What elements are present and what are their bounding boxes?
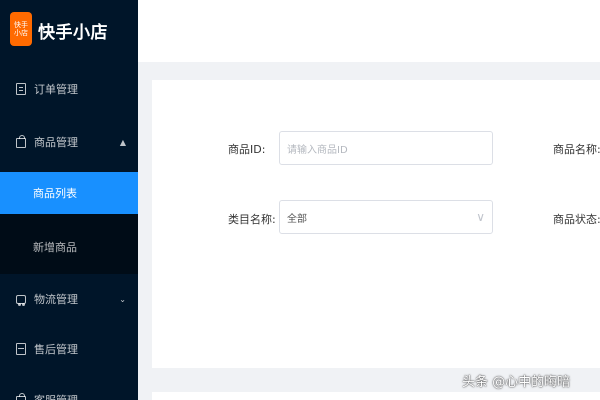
chevron-down-icon: ⌄ — [119, 395, 126, 400]
sidebar-item-after-sales[interactable]: 售后管理 — [0, 329, 138, 369]
chevron-down-icon: ⌄ — [119, 294, 126, 304]
sidebar-item-label: 客服管理 — [34, 392, 78, 400]
logo-text: 快手小店 — [38, 23, 108, 43]
sidebar: 快手 小店 快手小店 订单管理 商品管理 ▲ 商品列表 新增商品 物流管理 ⌄ 售… — [0, 0, 138, 400]
category-select-value: 全部 — [287, 213, 307, 225]
product-bag-icon — [16, 135, 26, 148]
kuaishou-logo-icon: 快手 小店 — [10, 12, 32, 46]
logo[interactable]: 快手 小店 快手小店 — [0, 0, 138, 62]
watermark: 头条 @心中的晦暗 — [462, 375, 571, 390]
logistics-truck-icon — [16, 294, 26, 306]
product-id-input[interactable]: 请输入商品ID — [279, 131, 493, 165]
sidebar-item-customer-service[interactable]: 客服管理 ⌄ — [0, 380, 138, 400]
top-header — [138, 0, 600, 62]
sidebar-item-label: 售后管理 — [34, 343, 78, 356]
category-label: 类目名称: — [228, 213, 276, 226]
sidebar-item-label: 商品管理 — [34, 136, 78, 149]
sidebar-item-label: 订单管理 — [34, 83, 78, 96]
sidebar-item-label: 新增商品 — [33, 241, 77, 254]
sidebar-item-product-list[interactable]: 商品列表 — [0, 172, 138, 214]
customer-service-icon — [16, 393, 26, 400]
sidebar-item-logistics[interactable]: 物流管理 ⌄ — [0, 279, 138, 319]
product-id-label: 商品ID: — [228, 143, 266, 156]
sidebar-item-add-product[interactable]: 新增商品 — [0, 226, 138, 268]
table-card — [152, 392, 600, 400]
product-name-label: 商品名称: — [553, 143, 600, 156]
sidebar-item-products[interactable]: 商品管理 ▲ — [0, 122, 138, 162]
status-label: 商品状态: — [553, 213, 600, 226]
order-doc-icon — [16, 83, 26, 95]
sidebar-item-label: 商品列表 — [33, 187, 77, 200]
chevron-up-icon: ▲ — [119, 137, 126, 147]
chevron-down-icon: ∨ — [476, 210, 485, 224]
sidebar-item-orders[interactable]: 订单管理 — [0, 69, 138, 109]
category-select[interactable]: 全部 ∨ — [279, 200, 493, 234]
after-sales-icon — [16, 343, 26, 355]
sidebar-item-label: 物流管理 — [34, 293, 78, 306]
